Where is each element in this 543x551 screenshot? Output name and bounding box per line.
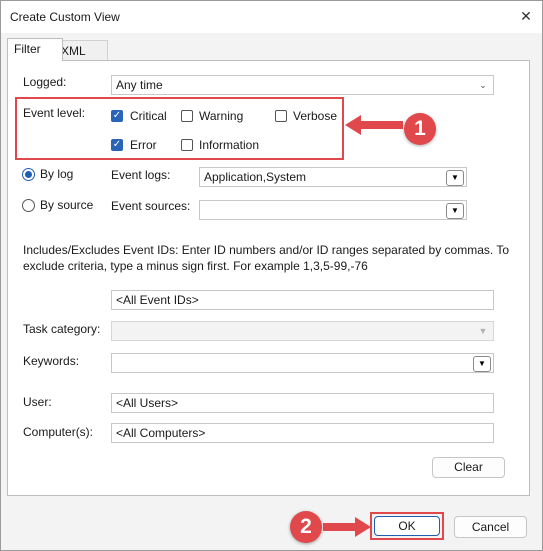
computer-value: <All Computers> (116, 426, 206, 440)
create-custom-view-dialog: Create Custom View ✕ Filter XML Logged: … (0, 0, 543, 551)
keywords-label: Keywords: (23, 354, 80, 368)
by-log-label: By log (40, 167, 74, 181)
event-logs-value: Application,System (204, 170, 307, 184)
event-level-highlight (15, 97, 344, 160)
event-ids-description: Includes/Excludes Event IDs: Enter ID nu… (23, 243, 510, 273)
task-category-label: Task category: (23, 322, 101, 336)
cancel-button[interactable]: Cancel (454, 516, 527, 538)
computer-input[interactable]: <All Computers> (111, 423, 494, 443)
tab-filter[interactable]: Filter (7, 38, 63, 61)
ok-button[interactable]: OK (374, 516, 440, 536)
step-badge-1: 1 (404, 113, 436, 145)
clear-button[interactable]: Clear (432, 457, 505, 478)
chevron-down-icon[interactable]: ▼ (446, 170, 464, 186)
event-ids-input[interactable]: <All Event IDs> (111, 290, 494, 310)
by-log-radio[interactable] (22, 168, 35, 181)
arrow-icon (323, 517, 371, 537)
arrow-icon (345, 115, 403, 135)
user-label: User: (23, 395, 52, 409)
event-logs-label: Event logs: (111, 168, 171, 182)
event-ids-value: <All Event IDs> (116, 293, 199, 307)
close-icon[interactable]: ✕ (514, 5, 538, 27)
chevron-down-icon[interactable]: ▼ (473, 356, 491, 372)
task-category-dropdown: ▼ (111, 321, 494, 341)
logged-label: Logged: (23, 75, 67, 89)
logged-dropdown[interactable]: Any time ⌄ (111, 75, 494, 95)
step-badge-2: 2 (290, 511, 322, 543)
keywords-dropdown[interactable]: ▼ (111, 353, 494, 373)
user-value: <All Users> (116, 396, 179, 410)
event-sources-label: Event sources: (111, 199, 191, 213)
chevron-down-icon: ⌄ (479, 80, 487, 90)
chevron-down-icon[interactable]: ▼ (446, 203, 464, 219)
title-bar: Create Custom View ✕ (1, 1, 542, 33)
chevron-down-icon: ▼ (478, 326, 488, 336)
by-source-radio[interactable] (22, 199, 35, 212)
user-input[interactable]: <All Users> (111, 393, 494, 413)
logged-value: Any time (116, 78, 163, 92)
dialog-title: Create Custom View (10, 10, 120, 24)
event-sources-dropdown[interactable]: ▼ (199, 200, 467, 220)
event-logs-dropdown[interactable]: Application,System ▼ (199, 167, 467, 187)
by-source-label: By source (40, 198, 94, 212)
computer-label: Computer(s): (23, 425, 94, 439)
